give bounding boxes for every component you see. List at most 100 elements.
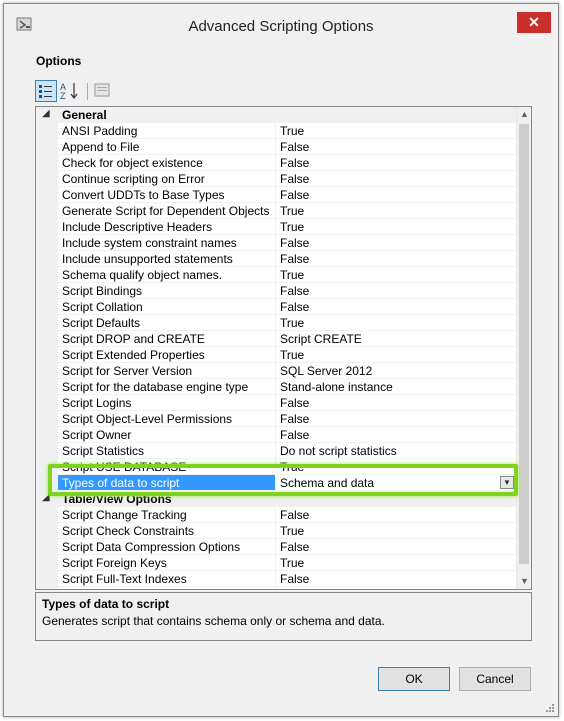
property-name[interactable]: Include system constraint names <box>58 235 276 251</box>
property-value[interactable]: False <box>276 427 517 443</box>
property-name[interactable]: Types of data to script <box>58 475 276 491</box>
title-bar[interactable]: Advanced Scripting Options ✕ <box>4 4 558 46</box>
property-value[interactable]: False <box>276 395 517 411</box>
property-name[interactable]: Script for Server Version <box>58 363 276 379</box>
property-name[interactable]: Script Data Compression Options <box>58 539 276 555</box>
property-name[interactable]: Include Descriptive Headers <box>58 219 276 235</box>
property-name[interactable]: Script Statistics <box>58 443 276 459</box>
property-row[interactable]: ANSI Padding True <box>36 123 517 139</box>
ok-button[interactable]: OK <box>378 667 450 691</box>
property-value[interactable]: False <box>276 235 517 251</box>
property-pages-button[interactable] <box>92 80 114 102</box>
collapse-icon[interactable]: ◢ <box>42 492 50 503</box>
category-header[interactable]: ◢ General <box>36 107 517 123</box>
property-value[interactable]: False <box>276 139 517 155</box>
property-row[interactable]: Script Extended Properties True <box>36 347 517 363</box>
property-value[interactable]: False <box>276 299 517 315</box>
property-value[interactable]: SQL Server 2012 <box>276 363 517 379</box>
property-name[interactable]: Script Full-Text Indexes <box>58 571 276 587</box>
category-header[interactable]: ◢ Table/View Options <box>36 491 517 507</box>
property-name[interactable]: Script Owner <box>58 427 276 443</box>
property-row[interactable]: Script Change Tracking False <box>36 507 517 523</box>
property-name[interactable]: Schema qualify object names. <box>58 267 276 283</box>
property-row[interactable]: Convert UDDTs to Base Types False <box>36 187 517 203</box>
property-row[interactable]: Script for Server Version SQL Server 2012 <box>36 363 517 379</box>
property-value[interactable]: True <box>276 203 517 219</box>
property-row[interactable]: Script Statistics Do not script statistic… <box>36 443 517 459</box>
property-name[interactable]: Script USE DATABASE <box>58 459 276 475</box>
property-row[interactable]: Script for the database engine type Stand… <box>36 379 517 395</box>
property-row[interactable]: Script Logins False <box>36 395 517 411</box>
property-row[interactable]: Script Foreign Keys True <box>36 555 517 571</box>
property-value[interactable]: Stand-alone instance <box>276 379 517 395</box>
property-value[interactable]: False <box>276 283 517 299</box>
vertical-scrollbar[interactable]: ▲ ▼ <box>516 107 531 589</box>
property-row[interactable]: Continue scripting on Error False <box>36 171 517 187</box>
property-name[interactable]: Script DROP and CREATE <box>58 331 276 347</box>
property-row[interactable]: Include system constraint names False <box>36 235 517 251</box>
property-value[interactable]: True <box>276 347 517 363</box>
property-value[interactable]: True <box>276 315 517 331</box>
property-row[interactable]: Script Defaults True <box>36 315 517 331</box>
property-name[interactable]: ANSI Padding <box>58 123 276 139</box>
property-value[interactable]: True <box>276 123 517 139</box>
property-row[interactable]: Generate Script for Dependent Objects Tru… <box>36 203 517 219</box>
property-name[interactable]: Script Logins <box>58 395 276 411</box>
property-value[interactable]: False <box>276 507 517 523</box>
property-name[interactable]: Append to File <box>58 139 276 155</box>
property-value[interactable]: False <box>276 171 517 187</box>
property-row[interactable]: Script Object-Level Permissions False <box>36 411 517 427</box>
property-value[interactable]: False <box>276 411 517 427</box>
scroll-thumb[interactable] <box>519 124 529 564</box>
property-name[interactable]: Script Collation <box>58 299 276 315</box>
property-name[interactable]: Include unsupported statements <box>58 251 276 267</box>
property-name[interactable]: Script Defaults <box>58 315 276 331</box>
property-row[interactable]: Check for object existence False <box>36 155 517 171</box>
property-row[interactable]: Script Data Compression Options False <box>36 539 517 555</box>
property-row[interactable]: Script Collation False <box>36 299 517 315</box>
property-value[interactable]: False <box>276 251 517 267</box>
scroll-down-icon[interactable]: ▼ <box>517 574 531 589</box>
cancel-button[interactable]: Cancel <box>459 667 531 691</box>
chevron-down-icon[interactable]: ▼ <box>500 476 514 489</box>
property-value[interactable]: True <box>276 555 517 571</box>
property-row[interactable]: Append to File False <box>36 139 517 155</box>
scroll-up-icon[interactable]: ▲ <box>517 107 531 122</box>
property-value[interactable]: True <box>276 523 517 539</box>
property-row-selected[interactable]: Types of data to script Schema and data ▼ <box>36 475 517 491</box>
property-value[interactable]: False <box>276 155 517 171</box>
property-grid[interactable]: ◢ General ANSI Padding True Append to File Fa… <box>35 106 532 590</box>
property-row[interactable]: Include Descriptive Headers True <box>36 219 517 235</box>
alphabetical-button[interactable]: A Z <box>59 80 81 102</box>
close-button[interactable]: ✕ <box>517 12 551 33</box>
property-value[interactable]: False <box>276 539 517 555</box>
property-name[interactable]: Script Change Tracking <box>58 507 276 523</box>
property-value[interactable]: True <box>276 267 517 283</box>
property-row[interactable]: Script Bindings False <box>36 283 517 299</box>
property-row[interactable]: Script Full-Text Indexes False <box>36 571 517 587</box>
property-row[interactable]: Schema qualify object names. True <box>36 267 517 283</box>
property-value[interactable]: True <box>276 219 517 235</box>
property-name[interactable]: Script Object-Level Permissions <box>58 411 276 427</box>
property-value[interactable]: Do not script statistics <box>276 443 517 459</box>
property-name[interactable]: Check for object existence <box>58 155 276 171</box>
property-value[interactable]: True <box>276 459 517 475</box>
property-name[interactable]: Script Extended Properties <box>58 347 276 363</box>
property-name[interactable]: Continue scripting on Error <box>58 171 276 187</box>
property-value[interactable]: False <box>276 571 517 587</box>
property-row[interactable]: Script Check Constraints True <box>36 523 517 539</box>
categorized-button[interactable] <box>35 80 57 102</box>
property-row[interactable]: Script Owner False <box>36 427 517 443</box>
property-value[interactable]: False <box>276 187 517 203</box>
property-row[interactable]: Script USE DATABASE True <box>36 459 517 475</box>
property-name[interactable]: Generate Script for Dependent Objects <box>58 203 276 219</box>
property-value[interactable]: Script CREATE <box>276 331 517 347</box>
collapse-icon[interactable]: ◢ <box>42 108 50 119</box>
resize-grip-icon[interactable] <box>544 702 554 712</box>
property-name[interactable]: Script Bindings <box>58 283 276 299</box>
property-row[interactable]: Include unsupported statements False <box>36 251 517 267</box>
property-name[interactable]: Script Foreign Keys <box>58 555 276 571</box>
property-name[interactable]: Script for the database engine type <box>58 379 276 395</box>
property-value[interactable]: Schema and data ▼ <box>276 475 517 491</box>
property-name[interactable]: Convert UDDTs to Base Types <box>58 187 276 203</box>
